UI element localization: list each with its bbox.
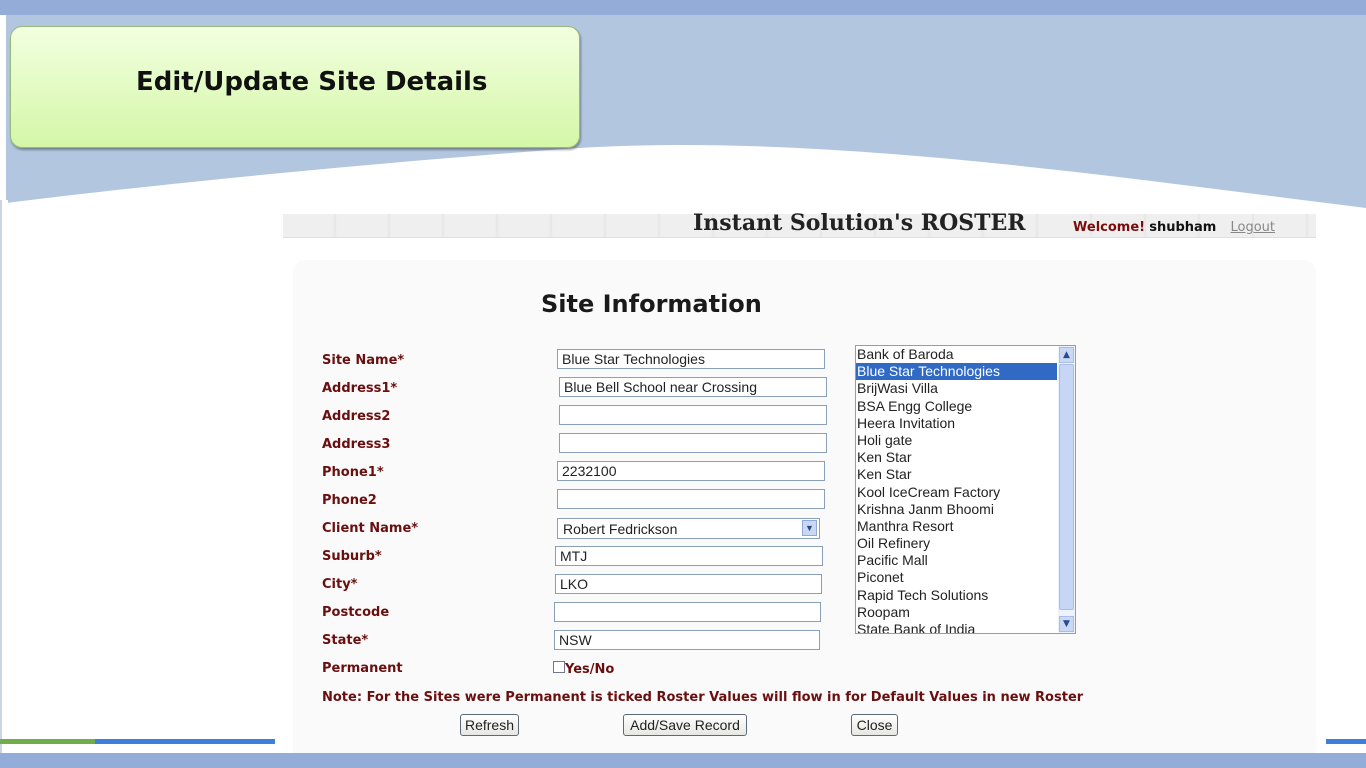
add-save-record-button[interactable]: Add/Save Record (623, 714, 747, 736)
site-list-item[interactable]: Rapid Tech Solutions (856, 587, 1057, 604)
site-info-panel: Site Information Site Name* Address1* Ad… (293, 260, 1316, 753)
username: shubham (1149, 220, 1217, 235)
site-listbox[interactable]: Bank of Baroda Blue Star Technologies Brij… (855, 345, 1076, 634)
site-list-item[interactable]: Manthra Resort (856, 518, 1057, 535)
city-label: City* (322, 577, 358, 592)
client-name-value: Robert Fedrickson (563, 521, 678, 537)
postcode-label: Postcode (322, 605, 390, 620)
site-list-item[interactable]: BrijWasi Villa (856, 380, 1057, 397)
site-list-item[interactable]: BSA Engg College (856, 398, 1057, 415)
site-list-item[interactable]: Blue Star Technologies (856, 363, 1057, 381)
address3-input[interactable] (559, 433, 827, 453)
state-input[interactable] (554, 630, 820, 650)
suburb-input[interactable] (555, 546, 823, 566)
site-list-item[interactable]: Kool IceCream Factory (856, 484, 1057, 501)
chevron-down-icon[interactable]: ▼ (802, 520, 817, 536)
permanent-label: Permanent (322, 661, 403, 676)
phone2-input[interactable] (557, 489, 825, 509)
suburb-label: Suburb* (322, 549, 382, 564)
phone2-label: Phone2 (322, 493, 377, 508)
address1-input[interactable] (559, 377, 827, 397)
site-list-item[interactable]: Krishna Janm Bhoomi (856, 501, 1057, 518)
refresh-button[interactable]: Refresh (460, 714, 519, 736)
site-list: Bank of Baroda Blue Star Technologies Brij… (856, 346, 1057, 633)
permanent-checkbox[interactable] (553, 661, 565, 673)
scroll-thumb[interactable] (1059, 364, 1074, 610)
scroll-up-icon[interactable]: ▲ (1059, 347, 1074, 363)
permanent-checkbox-text: Yes/No (565, 662, 615, 677)
phone1-input[interactable] (557, 461, 825, 481)
site-name-label: Site Name* (322, 353, 405, 368)
site-list-item[interactable]: Pacific Mall (856, 552, 1057, 569)
close-button[interactable]: Close (851, 714, 898, 736)
scroll-down-icon[interactable]: ▼ (1059, 616, 1074, 632)
app-header: Instant Solution's ROSTER Welcome! shubh… (283, 210, 1316, 238)
logout-link[interactable]: Logout (1231, 220, 1276, 235)
address3-label: Address3 (322, 437, 391, 452)
slide-bottom-bar (0, 753, 1366, 768)
site-name-input[interactable] (557, 349, 825, 369)
site-list-item[interactable]: Heera Invitation (856, 415, 1057, 432)
welcome-label: Welcome! (1073, 220, 1146, 235)
phone1-label: Phone1* (322, 465, 384, 480)
slide-top-bar (0, 0, 1366, 15)
slide-left-edge (0, 200, 8, 753)
state-label: State* (322, 633, 369, 648)
client-name-select[interactable]: Robert Fedrickson ▼ (557, 518, 820, 539)
site-list-item[interactable]: State Bank of India (856, 621, 1057, 633)
site-list-item[interactable]: Bank of Baroda (856, 346, 1057, 363)
form-heading: Site Information (541, 290, 762, 318)
slide-title-box: Edit/Update Site Details (10, 26, 580, 148)
postcode-input[interactable] (554, 602, 821, 622)
listbox-scrollbar[interactable]: ▲ ▼ (1058, 346, 1075, 633)
app-title: Instant Solution's ROSTER (693, 210, 1026, 236)
footer-strip-blue (95, 739, 275, 744)
city-input[interactable] (555, 574, 822, 594)
address2-label: Address2 (322, 409, 391, 424)
footer-strip-green (0, 739, 95, 744)
slide-title: Edit/Update Site Details (136, 67, 488, 97)
welcome-area: Welcome! shubham Logout (1073, 220, 1275, 235)
site-list-item[interactable]: Ken Star (856, 449, 1057, 466)
site-list-item[interactable]: Holi gate (856, 432, 1057, 449)
site-list-item[interactable]: Oil Refinery (856, 535, 1057, 552)
footer-strip-right (1326, 739, 1366, 744)
site-list-item[interactable]: Ken Star (856, 466, 1057, 483)
site-list-item[interactable]: Roopam (856, 604, 1057, 621)
permanent-note: Note: For the Sites were Permanent is ti… (322, 690, 1084, 705)
address2-input[interactable] (559, 405, 827, 425)
address1-label: Address1* (322, 381, 398, 396)
client-name-label: Client Name* (322, 521, 419, 536)
site-list-item[interactable]: Piconet (856, 569, 1057, 586)
